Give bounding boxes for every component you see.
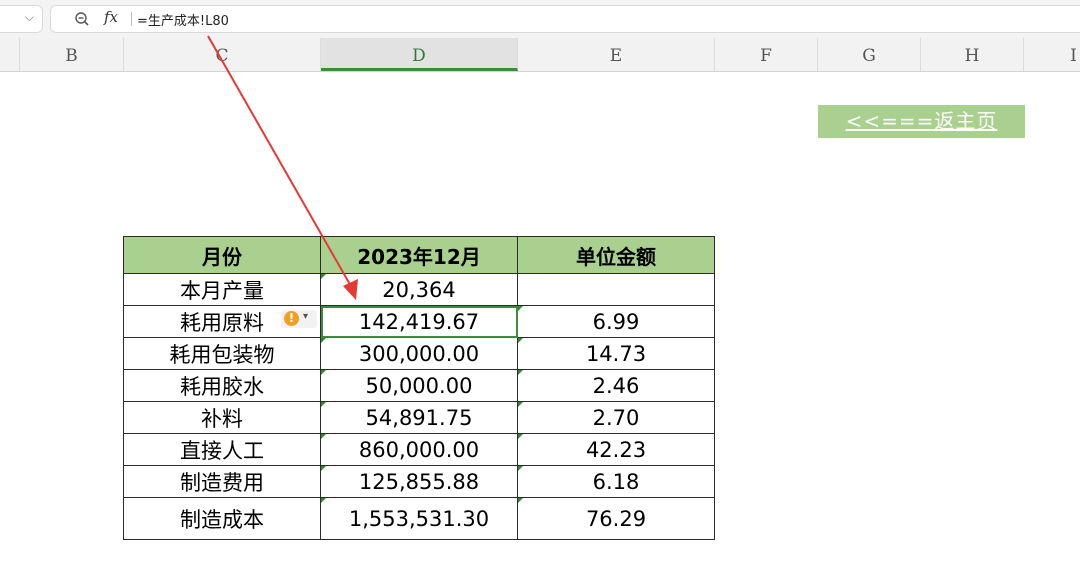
zoom-icon[interactable] [74,11,90,27]
formula-indicator [321,498,326,503]
column-header-g[interactable]: G [818,38,921,71]
column-header-h[interactable]: H [921,38,1024,71]
unit-amount-value: 6.99 [592,309,640,334]
formula-text[interactable]: =生产成本!L80 [137,10,229,29]
unit-amount-cell[interactable]: 76.29 [517,497,715,540]
error-check-button[interactable]: ! ▾ [281,310,317,328]
cost-table: 月份 2023年12月 单位金额 本月产量 20,364 耗用原料 142,41… [123,236,715,540]
unit-amount-cell[interactable]: 2.70 [517,401,715,434]
formula-indicator [518,466,523,471]
name-box[interactable]: ⌵ [0,5,43,33]
amount-cell[interactable]: 300,000.00 [320,337,518,370]
fx-icon[interactable]: fx [104,8,118,26]
return-home-button[interactable]: <<===返主页 [818,105,1025,138]
formula-indicator [321,338,326,343]
column-header-c[interactable]: C [124,38,321,71]
amount-cell[interactable]: 20,364 [320,273,518,306]
formula-indicator [321,370,326,375]
row-label[interactable]: 直接人工 [123,433,321,466]
formula-indicator [518,402,523,407]
table-row: 耗用胶水 50,000.00 2.46 [123,369,715,402]
column-header-e[interactable]: E [518,38,715,71]
row-label[interactable]: 制造费用 [123,465,321,498]
unit-amount-cell[interactable]: 6.99 [517,305,715,338]
header-period[interactable]: 2023年12月 [320,236,518,274]
column-header-i[interactable]: I [1024,38,1080,71]
amount-cell[interactable]: 1,553,531.30 [320,497,518,540]
header-month[interactable]: 月份 [123,236,321,274]
unit-amount-cell[interactable]: 42.23 [517,433,715,466]
selected-amount-cell[interactable]: 142,419.67 [320,305,518,338]
formula-indicator [518,370,523,375]
amount-cell[interactable]: 860,000.00 [320,433,518,466]
formula-indicator [518,338,523,343]
amount-value: 300,000.00 [358,341,480,366]
column-header-bar: B C D E F G H I [0,38,1080,72]
amount-value: 860,000.00 [358,437,480,462]
row-label[interactable]: 制造成本 [123,497,321,540]
chevron-down-icon: ▾ [303,311,309,322]
formula-indicator [321,274,326,279]
unit-amount-cell[interactable]: 6.18 [517,465,715,498]
column-header-d[interactable]: D [321,38,518,71]
table-row: 补料 54,891.75 2.70 [123,401,715,434]
amount-value: 54,891.75 [365,405,473,430]
amount-value: 20,364 [382,277,456,302]
divider [131,12,132,26]
unit-amount-cell[interactable] [517,273,715,306]
row-label[interactable]: 耗用胶水 [123,369,321,402]
table-row: 制造费用 125,855.88 6.18 [123,465,715,498]
formula-input-area[interactable]: fx =生产成本!L80 [50,5,1080,33]
table-row: 制造成本 1,553,531.30 76.29 [123,497,715,540]
formula-indicator [518,434,523,439]
table-header-row: 月份 2023年12月 单位金额 [123,236,715,274]
table-row: 耗用原料 142,419.67 6.99 [123,305,715,338]
unit-amount-value: 2.70 [592,405,640,430]
table-row: 直接人工 860,000.00 42.23 [123,433,715,466]
amount-value: 50,000.00 [365,373,473,398]
formula-indicator [518,306,523,311]
table-row: 耗用包装物 300,000.00 14.73 [123,337,715,370]
warning-icon: ! [284,311,299,326]
amount-cell[interactable]: 125,855.88 [320,465,518,498]
unit-amount-value: 6.18 [592,469,640,494]
row-label[interactable]: 本月产量 [123,273,321,306]
column-header-f[interactable]: F [715,38,818,71]
amount-value: 142,419.67 [358,309,480,334]
formula-bar: ⌵ fx =生产成本!L80 [0,0,1080,38]
table-row: 本月产量 20,364 [123,273,715,306]
amount-value: 1,553,531.30 [348,506,490,531]
formula-indicator [321,466,326,471]
unit-amount-cell[interactable]: 14.73 [517,337,715,370]
formula-indicator [518,498,523,503]
row-label[interactable]: 耗用包装物 [123,337,321,370]
unit-amount-value: 42.23 [585,437,647,462]
unit-amount-value: 76.29 [585,506,647,531]
formula-indicator [321,402,326,407]
unit-amount-cell[interactable]: 2.46 [517,369,715,402]
unit-amount-value: 14.73 [585,341,647,366]
column-header-b[interactable]: B [20,38,124,71]
column-header-a-partial[interactable] [0,38,20,71]
amount-cell[interactable]: 50,000.00 [320,369,518,402]
amount-value: 125,855.88 [358,469,480,494]
header-unit-amount[interactable]: 单位金额 [517,236,715,274]
row-label[interactable]: 补料 [123,401,321,434]
unit-amount-value: 2.46 [592,373,640,398]
amount-cell[interactable]: 54,891.75 [320,401,518,434]
formula-indicator [321,434,326,439]
chevron-down-icon[interactable]: ⌵ [25,10,34,25]
